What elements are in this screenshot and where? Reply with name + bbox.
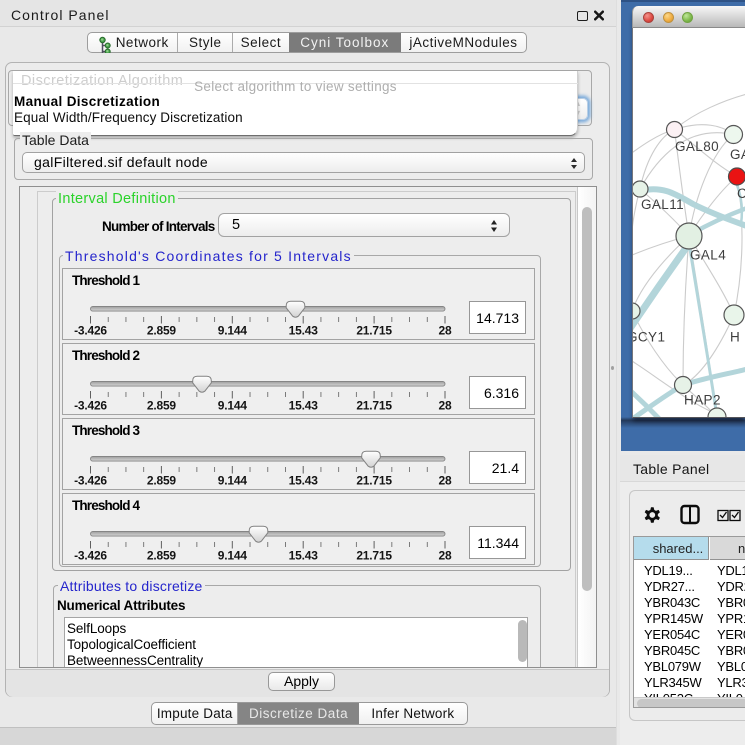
svg-text:21.715: 21.715 [356, 474, 392, 488]
svg-text:15.43: 15.43 [289, 549, 319, 563]
svg-text:15.43: 15.43 [289, 324, 319, 338]
svg-text:-3.426: -3.426 [74, 474, 107, 488]
svg-text:-3.426: -3.426 [74, 324, 107, 338]
svg-text:21.715: 21.715 [356, 549, 392, 563]
svg-text:HAP2: HAP2 [684, 393, 721, 408]
svg-text:GAL4: GAL4 [690, 248, 726, 263]
svg-text:2.859: 2.859 [147, 549, 177, 563]
svg-text:28: 28 [439, 399, 452, 413]
svg-text:9.144: 9.144 [218, 324, 248, 338]
svg-text:2.859: 2.859 [147, 399, 177, 413]
svg-text:28: 28 [439, 549, 452, 563]
svg-text:GCY1: GCY1 [633, 330, 665, 345]
svg-text:21.715: 21.715 [356, 399, 392, 413]
svg-text:GA: GA [730, 147, 745, 162]
svg-text:15.43: 15.43 [289, 399, 319, 413]
svg-text:2.859: 2.859 [147, 324, 177, 338]
svg-text:-3.426: -3.426 [74, 549, 107, 563]
svg-text:15.43: 15.43 [289, 474, 319, 488]
svg-text:21.715: 21.715 [356, 324, 392, 338]
svg-text:C: C [737, 186, 745, 201]
svg-text:28: 28 [439, 474, 452, 488]
svg-text:9.144: 9.144 [218, 474, 248, 488]
svg-text:GAL80: GAL80 [675, 139, 719, 154]
svg-text:28: 28 [439, 324, 452, 338]
svg-text:GAL11: GAL11 [641, 197, 684, 212]
svg-text:-3.426: -3.426 [74, 399, 107, 413]
svg-text:9.144: 9.144 [218, 549, 248, 563]
svg-text:9.144: 9.144 [218, 399, 248, 413]
svg-text:2.859: 2.859 [147, 474, 177, 488]
svg-text:H: H [730, 330, 740, 345]
